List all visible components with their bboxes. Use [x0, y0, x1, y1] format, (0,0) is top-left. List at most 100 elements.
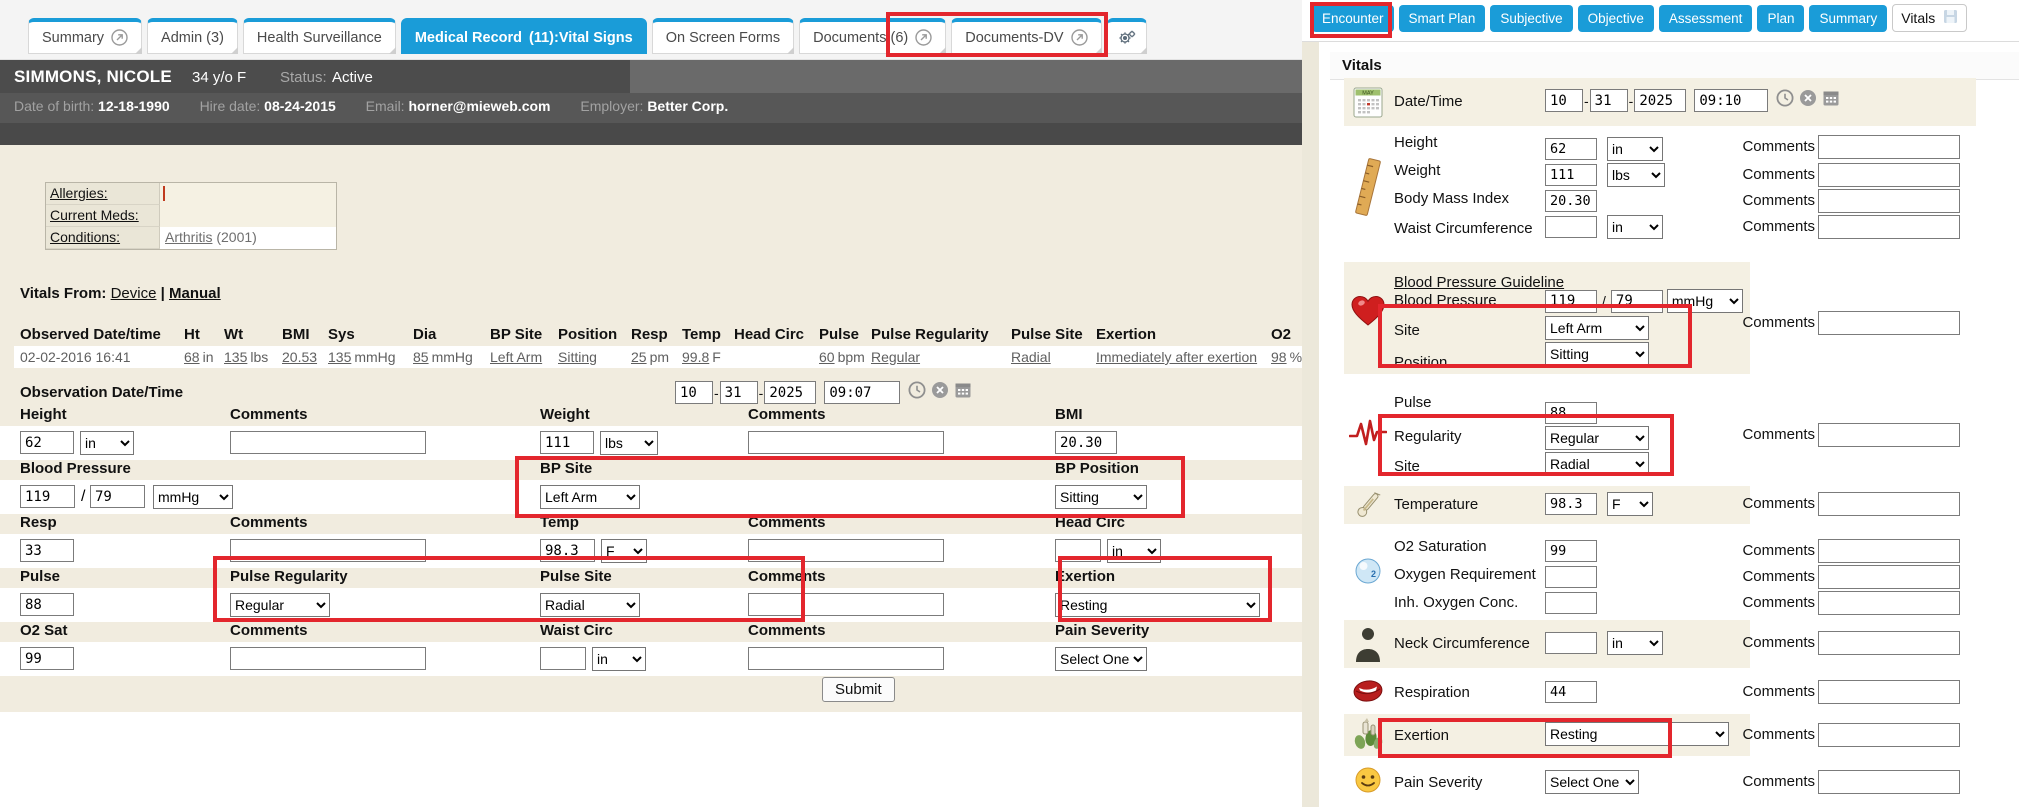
height-input[interactable]	[20, 431, 74, 454]
obs-year-input[interactable]	[764, 381, 816, 404]
neck-comment-input[interactable]	[1818, 631, 1960, 655]
bp-comment-input[interactable]	[1818, 311, 1960, 335]
vitals-from-manual-link[interactable]: Manual	[169, 285, 221, 302]
tab-settings[interactable]	[1107, 18, 1147, 54]
weight-comment-input[interactable]	[1818, 163, 1960, 187]
enc-bp-position-select[interactable]: Sitting	[1545, 342, 1649, 366]
temp-unit-select[interactable]: F	[601, 539, 647, 563]
enc-oxygen-req-input[interactable]	[1545, 566, 1597, 588]
submit-button[interactable]: Submit	[822, 677, 895, 702]
pulse-comment-input[interactable]	[1818, 423, 1960, 447]
tab-objective[interactable]: Objective	[1578, 5, 1654, 32]
enc-year-input[interactable]	[1634, 89, 1686, 112]
bp-diastolic-input[interactable]	[90, 485, 145, 508]
bmi-comment-input[interactable]	[1818, 189, 1960, 213]
enc-height-unit-select[interactable]: in	[1607, 137, 1663, 161]
bp-site-select[interactable]: Left Arm	[540, 485, 640, 509]
pulse-regularity-select[interactable]: Regular	[230, 593, 330, 617]
pulse-comments-input[interactable]	[748, 593, 944, 616]
calendar-icon[interactable]	[954, 381, 972, 404]
obs-time-input[interactable]	[824, 381, 900, 404]
height-comments-input[interactable]	[230, 431, 426, 454]
tab-on-screen-forms[interactable]: On Screen Forms	[652, 18, 794, 54]
condition-arthritis-link[interactable]: Arthritis	[165, 229, 212, 245]
enc-month-input[interactable]	[1545, 89, 1583, 112]
tab-admin[interactable]: Admin (3)	[147, 18, 238, 54]
clock-icon[interactable]	[1776, 89, 1794, 112]
bp-systolic-input[interactable]	[20, 485, 75, 508]
obs-month-input[interactable]	[675, 381, 713, 404]
tab-documents[interactable]: Documents (6)	[799, 18, 946, 54]
tab-encounter[interactable]: Encounter	[1312, 5, 1394, 32]
tab-plan[interactable]: Plan	[1757, 5, 1804, 32]
calendar-icon[interactable]	[1822, 89, 1840, 112]
tab-subjective[interactable]: Subjective	[1490, 5, 1572, 32]
enc-bmi-input[interactable]	[1545, 190, 1597, 212]
waist-circ-input[interactable]	[540, 647, 586, 670]
inh-oxygen-comment-input[interactable]	[1818, 591, 1960, 615]
tab-summary[interactable]: Summary	[28, 18, 142, 54]
clear-icon[interactable]	[931, 381, 949, 404]
head-circ-input[interactable]	[1055, 539, 1101, 562]
tab-medical-record-vital-signs[interactable]: Medical Record (11):Vital Signs	[401, 18, 647, 54]
enc-neck-input[interactable]	[1545, 632, 1597, 654]
pain-severity-select[interactable]: Select One	[1055, 647, 1147, 671]
bp-position-select[interactable]: Sitting	[1055, 485, 1147, 509]
tab-assessment[interactable]: Assessment	[1659, 5, 1753, 32]
enc-weight-input[interactable]	[1545, 164, 1597, 186]
exertion-select[interactable]: Resting	[1055, 593, 1260, 617]
enc-inh-oxygen-input[interactable]	[1545, 592, 1597, 614]
enc-pain-severity-select[interactable]: Select One	[1545, 770, 1639, 794]
allergies-link[interactable]: Allergies:	[50, 185, 108, 201]
resp-comments-input[interactable]	[230, 539, 426, 562]
enc-weight-unit-select[interactable]: lbs	[1607, 163, 1665, 187]
enc-bp-systolic-input[interactable]	[1545, 290, 1597, 313]
resp-input[interactable]	[20, 539, 74, 562]
obs-day-input[interactable]	[720, 381, 758, 404]
weight-comments-input[interactable]	[748, 431, 944, 454]
enc-respiration-input[interactable]	[1545, 681, 1597, 703]
vitals-from-device-link[interactable]: Device	[111, 285, 157, 302]
enc-waist-unit-select[interactable]: in	[1607, 215, 1663, 239]
tab-health-surveillance[interactable]: Health Surveillance	[243, 18, 396, 54]
exertion-comment-input[interactable]	[1818, 723, 1960, 747]
allergies-value[interactable]	[160, 183, 336, 205]
waist-comments-input[interactable]	[748, 647, 944, 670]
weight-unit-select[interactable]: lbs	[600, 431, 658, 455]
enc-temp-unit-select[interactable]: F	[1607, 492, 1653, 516]
enc-pulse-site-select[interactable]: Radial	[1545, 452, 1649, 476]
enc-o2-sat-input[interactable]	[1545, 540, 1597, 562]
enc-pulse-input[interactable]	[1545, 402, 1597, 424]
tab-smart-plan[interactable]: Smart Plan	[1399, 5, 1486, 32]
enc-exertion-select[interactable]: Resting	[1545, 722, 1729, 746]
enc-temp-input[interactable]	[1545, 493, 1597, 515]
clear-icon[interactable]	[1799, 89, 1817, 112]
bp-unit-select[interactable]: mmHg	[153, 485, 233, 509]
enc-pulse-regularity-select[interactable]: Regular	[1545, 426, 1649, 450]
enc-neck-unit-select[interactable]: in	[1607, 631, 1663, 655]
pulse-input[interactable]	[20, 593, 74, 616]
waist-comment-input[interactable]	[1818, 215, 1960, 239]
pulse-site-select[interactable]: Radial	[540, 593, 640, 617]
tab-summary-right[interactable]: Summary	[1809, 5, 1887, 32]
head-circ-unit-select[interactable]: in	[1107, 539, 1161, 563]
save-icon[interactable]	[1943, 9, 1958, 27]
tab-documents-dv[interactable]: Documents-DV	[951, 18, 1101, 54]
oxygen-req-comment-input[interactable]	[1818, 565, 1960, 589]
o2-sat-comment-input[interactable]	[1818, 539, 1960, 563]
enc-bp-diastolic-input[interactable]	[1611, 290, 1663, 313]
o2-sat-input[interactable]	[20, 647, 74, 670]
height-unit-select[interactable]: in	[80, 431, 134, 455]
enc-bp-site-select[interactable]: Left Arm	[1545, 316, 1649, 340]
current-meds-link[interactable]: Current Meds:	[50, 207, 139, 223]
enc-day-input[interactable]	[1590, 89, 1628, 112]
enc-height-input[interactable]	[1545, 138, 1597, 160]
clock-icon[interactable]	[908, 381, 926, 404]
conditions-link[interactable]: Conditions:	[50, 229, 120, 245]
pain-comment-input[interactable]	[1818, 770, 1960, 794]
temperature-comment-input[interactable]	[1818, 492, 1960, 516]
height-comment-input[interactable]	[1818, 135, 1960, 159]
enc-waist-input[interactable]	[1545, 216, 1597, 238]
bmi-input[interactable]	[1055, 431, 1117, 454]
temp-comments-input[interactable]	[748, 539, 944, 562]
